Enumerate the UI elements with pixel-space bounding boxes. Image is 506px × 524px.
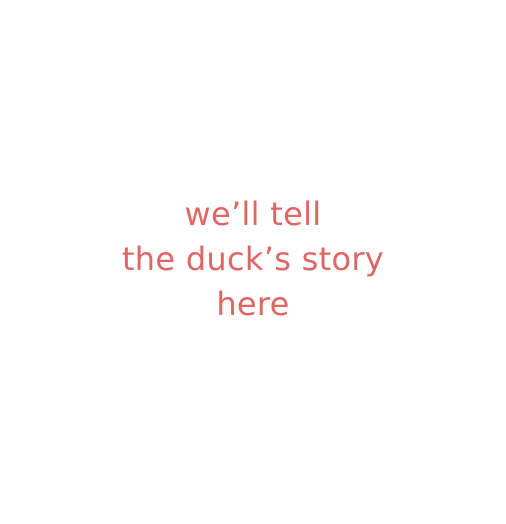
placeholder-message: we’ll tell the duck’s story here [0,192,506,327]
message-line-1: we’ll tell [184,195,322,233]
message-line-2: the duck’s story [121,240,385,278]
message-line-3: here [216,285,290,323]
page-canvas: we’ll tell the duck’s story here [0,0,506,524]
